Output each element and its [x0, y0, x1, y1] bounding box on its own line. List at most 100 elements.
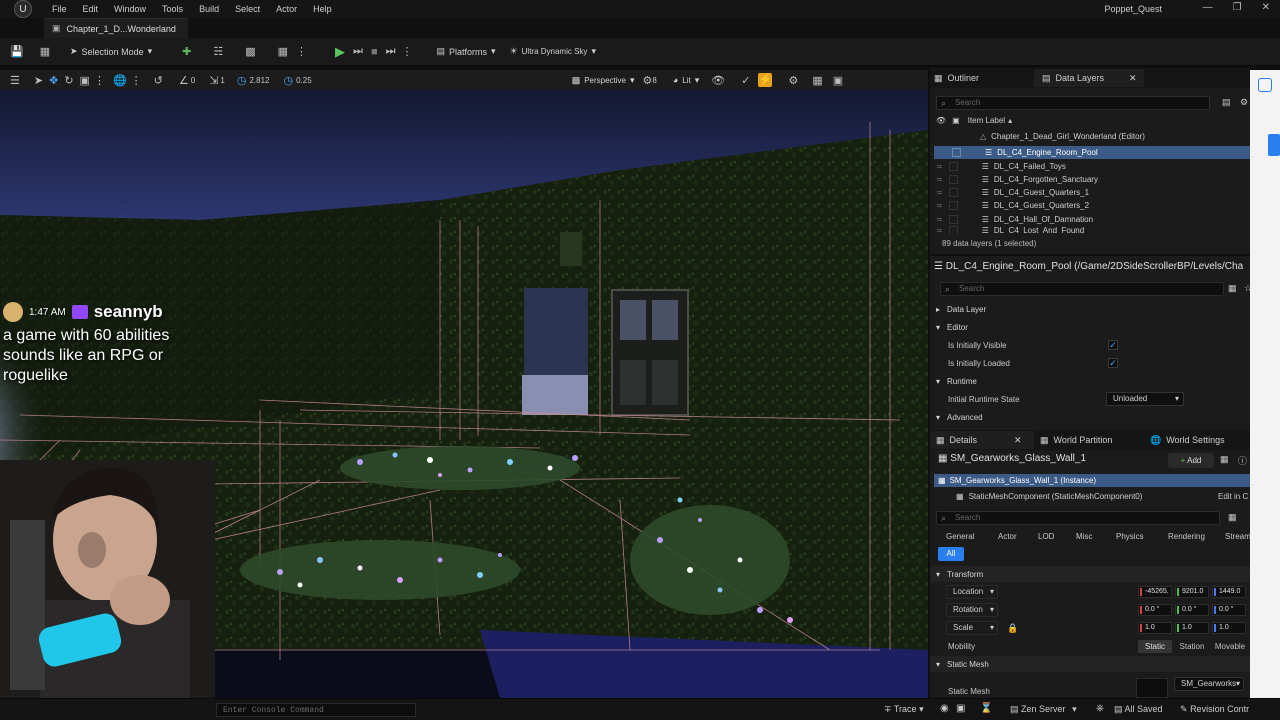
visibility-icon[interactable]: ≍ [936, 215, 943, 224]
visibility-icon[interactable]: ≍ [936, 162, 943, 171]
grid-snap-value[interactable]: 0.25 [296, 76, 312, 85]
filter-physics[interactable]: Physics [1116, 530, 1144, 544]
blueprint-icon[interactable]: ☵ [213, 45, 223, 58]
rotation-y-field[interactable]: 0.0 ° [1175, 604, 1209, 616]
section-editor[interactable]: ▾ Editor [930, 319, 1250, 335]
zen-server-button[interactable]: ▤ Zen Server ▾ [1010, 704, 1077, 715]
data-layer-item[interactable]: ≍ ☰ DL_C4_Failed_Toys [934, 160, 1250, 173]
edit-in-cpp-link[interactable]: Edit in C [1218, 492, 1248, 501]
selection-mode-dropdown[interactable]: ➤ Selection Mode ▾ [70, 46, 152, 57]
play-icon[interactable]: ▶ [335, 44, 345, 60]
fov-value[interactable]: 8 [652, 76, 656, 85]
mobility-stationary[interactable]: Station [1174, 640, 1210, 653]
tab-world-partition[interactable]: ▦ World Partition [1040, 431, 1112, 449]
translate-tool-icon[interactable]: ✥ [49, 74, 58, 87]
details-search-input[interactable]: Search [936, 511, 1220, 525]
scale-z-field[interactable]: 1.0 [1212, 622, 1246, 634]
static-mesh-thumbnail[interactable] [1136, 678, 1168, 698]
menu-build[interactable]: Build [191, 4, 227, 14]
stop-icon[interactable]: ■ [371, 46, 378, 58]
minimize-icon[interactable]: — [1203, 2, 1213, 13]
trace-button[interactable]: ∓ Trace ▾ [884, 704, 924, 715]
filter-icon[interactable]: ▤ [1222, 97, 1231, 108]
checkbox[interactable] [948, 162, 958, 171]
scale-snap-value[interactable]: 1 [220, 76, 224, 85]
section-static-mesh[interactable]: ▾ Static Mesh [930, 656, 1250, 672]
menu-file[interactable]: File [44, 4, 75, 14]
docs-icon[interactable] [1268, 134, 1280, 156]
grid-snap-icon[interactable]: ◷ [284, 74, 294, 87]
maximize-viewport-icon[interactable]: ▣ [833, 74, 843, 87]
location-y-field[interactable]: 9201.0 [1175, 586, 1209, 598]
ultra-dynamic-sky-button[interactable]: ☀ Ultra Dynamic Sky ▾ [510, 46, 596, 57]
column-header[interactable]: 👁 ▣ Item Label ▴ [934, 114, 1250, 127]
add-actor-icon[interactable]: ✚ [182, 45, 191, 58]
filter-rendering[interactable]: Rendering [1168, 530, 1205, 544]
tab-outliner[interactable]: ▦ Outliner [934, 69, 979, 87]
camera-speed-value[interactable]: 2.812 [249, 76, 269, 85]
camera-speed-icon[interactable]: ◷ [237, 74, 247, 87]
more-icon[interactable]: ⋮ [131, 74, 142, 87]
filter-general[interactable]: General [946, 530, 974, 544]
save-icon[interactable]: 💾 [10, 45, 24, 58]
blueprint-icon[interactable]: ▦ [1220, 454, 1229, 465]
settings-icon[interactable]: ⚙ [1240, 97, 1248, 108]
cinematics-icon[interactable]: ▩ [245, 45, 255, 58]
level-tab[interactable]: ▣ Chapter_1_D...Wonderland [44, 18, 188, 38]
lightning-icon[interactable]: ⚡ [758, 73, 773, 87]
menu-edit[interactable]: Edit [75, 4, 107, 14]
filter-all[interactable]: All [938, 547, 964, 561]
initially-loaded-checkbox[interactable]: ✓ [1108, 358, 1118, 368]
unreal-logo-icon[interactable]: U [14, 0, 32, 18]
component-row[interactable]: ▦ StaticMeshComponent (StaticMeshCompone… [934, 490, 1250, 503]
data-layer-item[interactable]: ≍ ☰ DL_C4_Hall_Of_Damnation [934, 213, 1250, 226]
platforms-dropdown[interactable]: ▤ Platforms ▾ [437, 46, 496, 57]
component-instance-row[interactable]: ▦ SM_Gearworks_Glass_Wall_1 (Instance) [934, 474, 1250, 487]
checkbox[interactable] [948, 175, 958, 184]
layout-icon[interactable]: ▦ [812, 74, 822, 87]
tab-data-layers[interactable]: ▤ Data Layers ✕ [1034, 69, 1144, 87]
menu-select[interactable]: Select [227, 4, 268, 14]
filter-misc[interactable]: Misc [1076, 530, 1092, 544]
fov-icon[interactable]: ⚙ [643, 74, 653, 87]
eject-icon[interactable]: ⏭ [386, 45, 396, 58]
scale-snap-icon[interactable]: ⇲ [209, 74, 218, 87]
tab-details[interactable]: ▦ Details ✕ [930, 431, 1034, 449]
visibility-icon[interactable]: ≍ [936, 201, 943, 210]
location-dropdown[interactable]: Location ▾ [946, 585, 998, 599]
location-z-field[interactable]: 1449.0 [1212, 586, 1246, 598]
lock-icon[interactable]: 🔒 [1007, 623, 1018, 634]
grid-view-icon[interactable]: ▦ [1228, 283, 1237, 294]
menu-window[interactable]: Window [106, 4, 154, 14]
checkbox[interactable] [948, 215, 958, 224]
section-runtime[interactable]: ▾ Runtime [930, 373, 1250, 389]
scale-x-field[interactable]: 1.0 [1138, 622, 1172, 634]
runtime-state-dropdown[interactable]: Unloaded ▾ [1106, 392, 1184, 406]
show-flags-icon[interactable]: 👁 [711, 74, 725, 87]
surface-snap-icon[interactable]: ↺ [154, 74, 163, 87]
filter-actor[interactable]: Actor [998, 530, 1017, 544]
angle-snap-icon[interactable]: ∠ [179, 74, 189, 87]
section-advanced[interactable]: ▾ Advanced [930, 409, 1250, 425]
scale-tool-icon[interactable]: ▣ [80, 74, 90, 87]
maximize-icon[interactable]: ❐ [1233, 2, 1242, 13]
world-local-icon[interactable]: 🌐 [113, 74, 127, 87]
menu-tools[interactable]: Tools [154, 4, 191, 14]
data-layer-item[interactable]: ≍ ☰ DL_C4_Lost_And_Found [934, 226, 1250, 234]
rotation-z-field[interactable]: 0.0 ° [1212, 604, 1246, 616]
app-icon[interactable] [1258, 78, 1272, 92]
scale-y-field[interactable]: 1.0 [1175, 622, 1209, 634]
rotate-tool-icon[interactable]: ↻ [64, 74, 73, 87]
visibility-icon[interactable]: ≍ [936, 175, 943, 184]
section-transform[interactable]: ▾ Transform [930, 566, 1250, 582]
checkbox[interactable] [948, 226, 958, 234]
source-control-icon[interactable]: ⎈ [1096, 703, 1104, 714]
more-icon[interactable]: ⋮ [296, 45, 307, 58]
save-status[interactable]: ▤ All Saved [1114, 704, 1163, 715]
viewport-options-icon[interactable]: ☰ [10, 74, 20, 87]
section-data-layer[interactable]: ▸ Data Layer [930, 301, 1250, 317]
layer-details-search-input[interactable]: Search [940, 282, 1224, 296]
close-tab-icon[interactable]: ✕ [1014, 435, 1022, 446]
grid-view-icon[interactable]: ▦ [1228, 512, 1237, 523]
close-tab-icon[interactable]: ✕ [1129, 73, 1137, 84]
